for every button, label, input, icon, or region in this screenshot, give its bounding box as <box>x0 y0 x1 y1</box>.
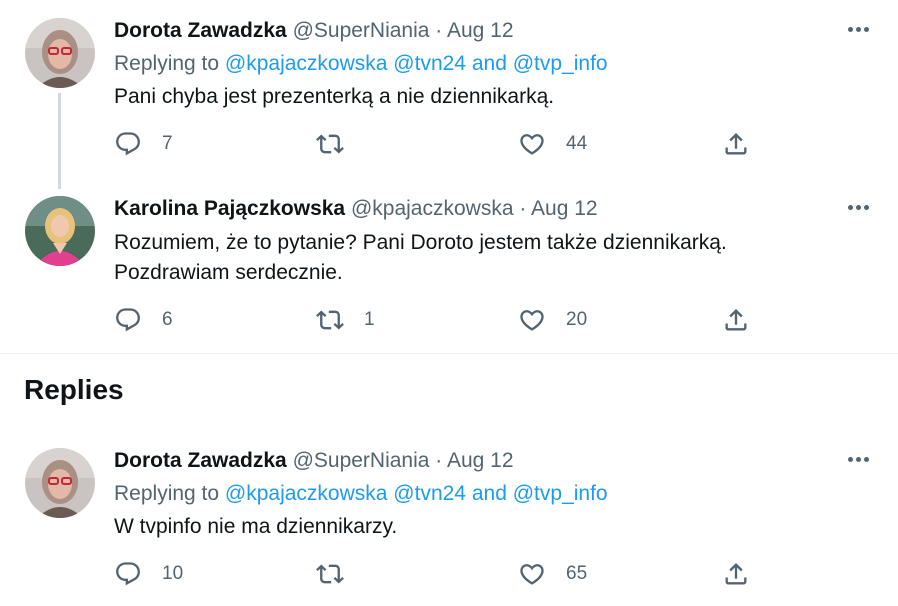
more-icon[interactable] <box>844 197 872 217</box>
tweet-actions: 7 44 <box>114 128 754 160</box>
retweet-icon <box>316 306 344 334</box>
tweet-date[interactable]: Aug 12 <box>447 19 514 42</box>
tweet-text: Rozumiem, że to pytanie? Pani Doroto jes… <box>114 231 727 254</box>
mention-link[interactable]: @tvn24 <box>393 52 466 75</box>
share-icon <box>722 130 750 158</box>
replying-to: Replying to @kpajaczkowska @tvn24 and @t… <box>114 51 608 77</box>
tweet-date[interactable]: Aug 12 <box>531 197 598 220</box>
tweet-date[interactable]: Aug 12 <box>447 449 514 472</box>
reply-button[interactable]: 10 <box>114 558 183 590</box>
tweet-actions: 10 65 <box>114 558 754 590</box>
tweet-header: Karolina Pajączkowska @kpajaczkowska · A… <box>114 196 598 222</box>
mention-link[interactable]: @kpajaczkowska <box>225 482 388 505</box>
like-count: 44 <box>566 133 588 154</box>
replying-to: Replying to @kpajaczkowska @tvn24 and @t… <box>114 481 608 507</box>
tweet-actions: 6 1 20 <box>114 304 754 336</box>
reply-button[interactable]: 6 <box>114 304 173 336</box>
author-name[interactable]: Karolina Pajączkowska <box>114 197 345 220</box>
reply-icon <box>114 306 142 334</box>
retweet-button[interactable] <box>316 558 364 590</box>
mention-link[interactable]: @tvp_info <box>513 52 608 75</box>
like-icon <box>518 130 546 158</box>
like-icon <box>518 306 546 334</box>
retweet-button[interactable] <box>316 128 364 160</box>
mention-link[interactable]: @tvn24 <box>393 482 466 505</box>
like-icon <box>518 560 546 588</box>
reply-count: 7 <box>162 133 173 154</box>
mention-and[interactable]: and <box>472 482 507 505</box>
like-button[interactable]: 65 <box>518 558 587 590</box>
avatar[interactable] <box>25 18 95 88</box>
reply-count: 6 <box>162 309 173 330</box>
mention-link[interactable]: @tvp_info <box>513 482 608 505</box>
mention-and[interactable]: and <box>472 52 507 75</box>
tweet-text: W tvpinfo nie ma dziennikarzy. <box>114 515 398 538</box>
share-button[interactable] <box>722 128 750 160</box>
tweet-2[interactable]: Karolina Pajączkowska @kpajaczkowska · A… <box>0 196 898 346</box>
tweet-1[interactable]: Dorota Zawadzka @SuperNiania · Aug 12 Re… <box>0 18 898 178</box>
section-divider <box>0 353 898 354</box>
reply-count: 10 <box>162 563 184 584</box>
mention-link[interactable]: @kpajaczkowska <box>225 52 388 75</box>
retweet-icon <box>316 560 344 588</box>
retweet-button[interactable]: 1 <box>316 304 375 336</box>
tweet-text: Pani chyba jest prezenterką a nie dzienn… <box>114 85 555 108</box>
tweet-header: Dorota Zawadzka @SuperNiania · Aug 12 <box>114 448 514 474</box>
like-button[interactable]: 44 <box>518 128 587 160</box>
like-count: 65 <box>566 563 588 584</box>
author-name[interactable]: Dorota Zawadzka <box>114 19 287 42</box>
avatar[interactable] <box>25 448 95 518</box>
reply-button[interactable]: 7 <box>114 128 173 160</box>
tweet-text-line2: Pozdrawiam serdecznie. <box>114 261 343 284</box>
share-icon <box>722 560 750 588</box>
like-count: 20 <box>566 309 588 330</box>
author-handle[interactable]: @SuperNiania <box>293 19 430 42</box>
tweet-header: Dorota Zawadzka @SuperNiania · Aug 12 <box>114 18 514 44</box>
replies-heading: Replies <box>24 374 124 405</box>
author-name[interactable]: Dorota Zawadzka <box>114 449 287 472</box>
reply-icon <box>114 560 142 588</box>
more-icon[interactable] <box>844 449 872 469</box>
author-handle[interactable]: @SuperNiania <box>293 449 430 472</box>
avatar[interactable] <box>25 196 95 266</box>
separator-dot: · <box>519 197 527 220</box>
like-button[interactable]: 20 <box>518 304 587 336</box>
separator-dot: · <box>435 449 443 472</box>
share-button[interactable] <box>722 304 750 336</box>
replying-prefix: Replying to <box>114 52 220 75</box>
replying-prefix: Replying to <box>114 482 220 505</box>
tweet-3[interactable]: Dorota Zawadzka @SuperNiania · Aug 12 Re… <box>0 448 898 598</box>
share-icon <box>722 306 750 334</box>
retweet-icon <box>316 130 344 158</box>
retweet-count: 1 <box>364 309 375 330</box>
author-handle[interactable]: @kpajaczkowska <box>351 197 514 220</box>
more-icon[interactable] <box>844 19 872 39</box>
separator-dot: · <box>435 19 443 42</box>
share-button[interactable] <box>722 558 750 590</box>
reply-icon <box>114 130 142 158</box>
